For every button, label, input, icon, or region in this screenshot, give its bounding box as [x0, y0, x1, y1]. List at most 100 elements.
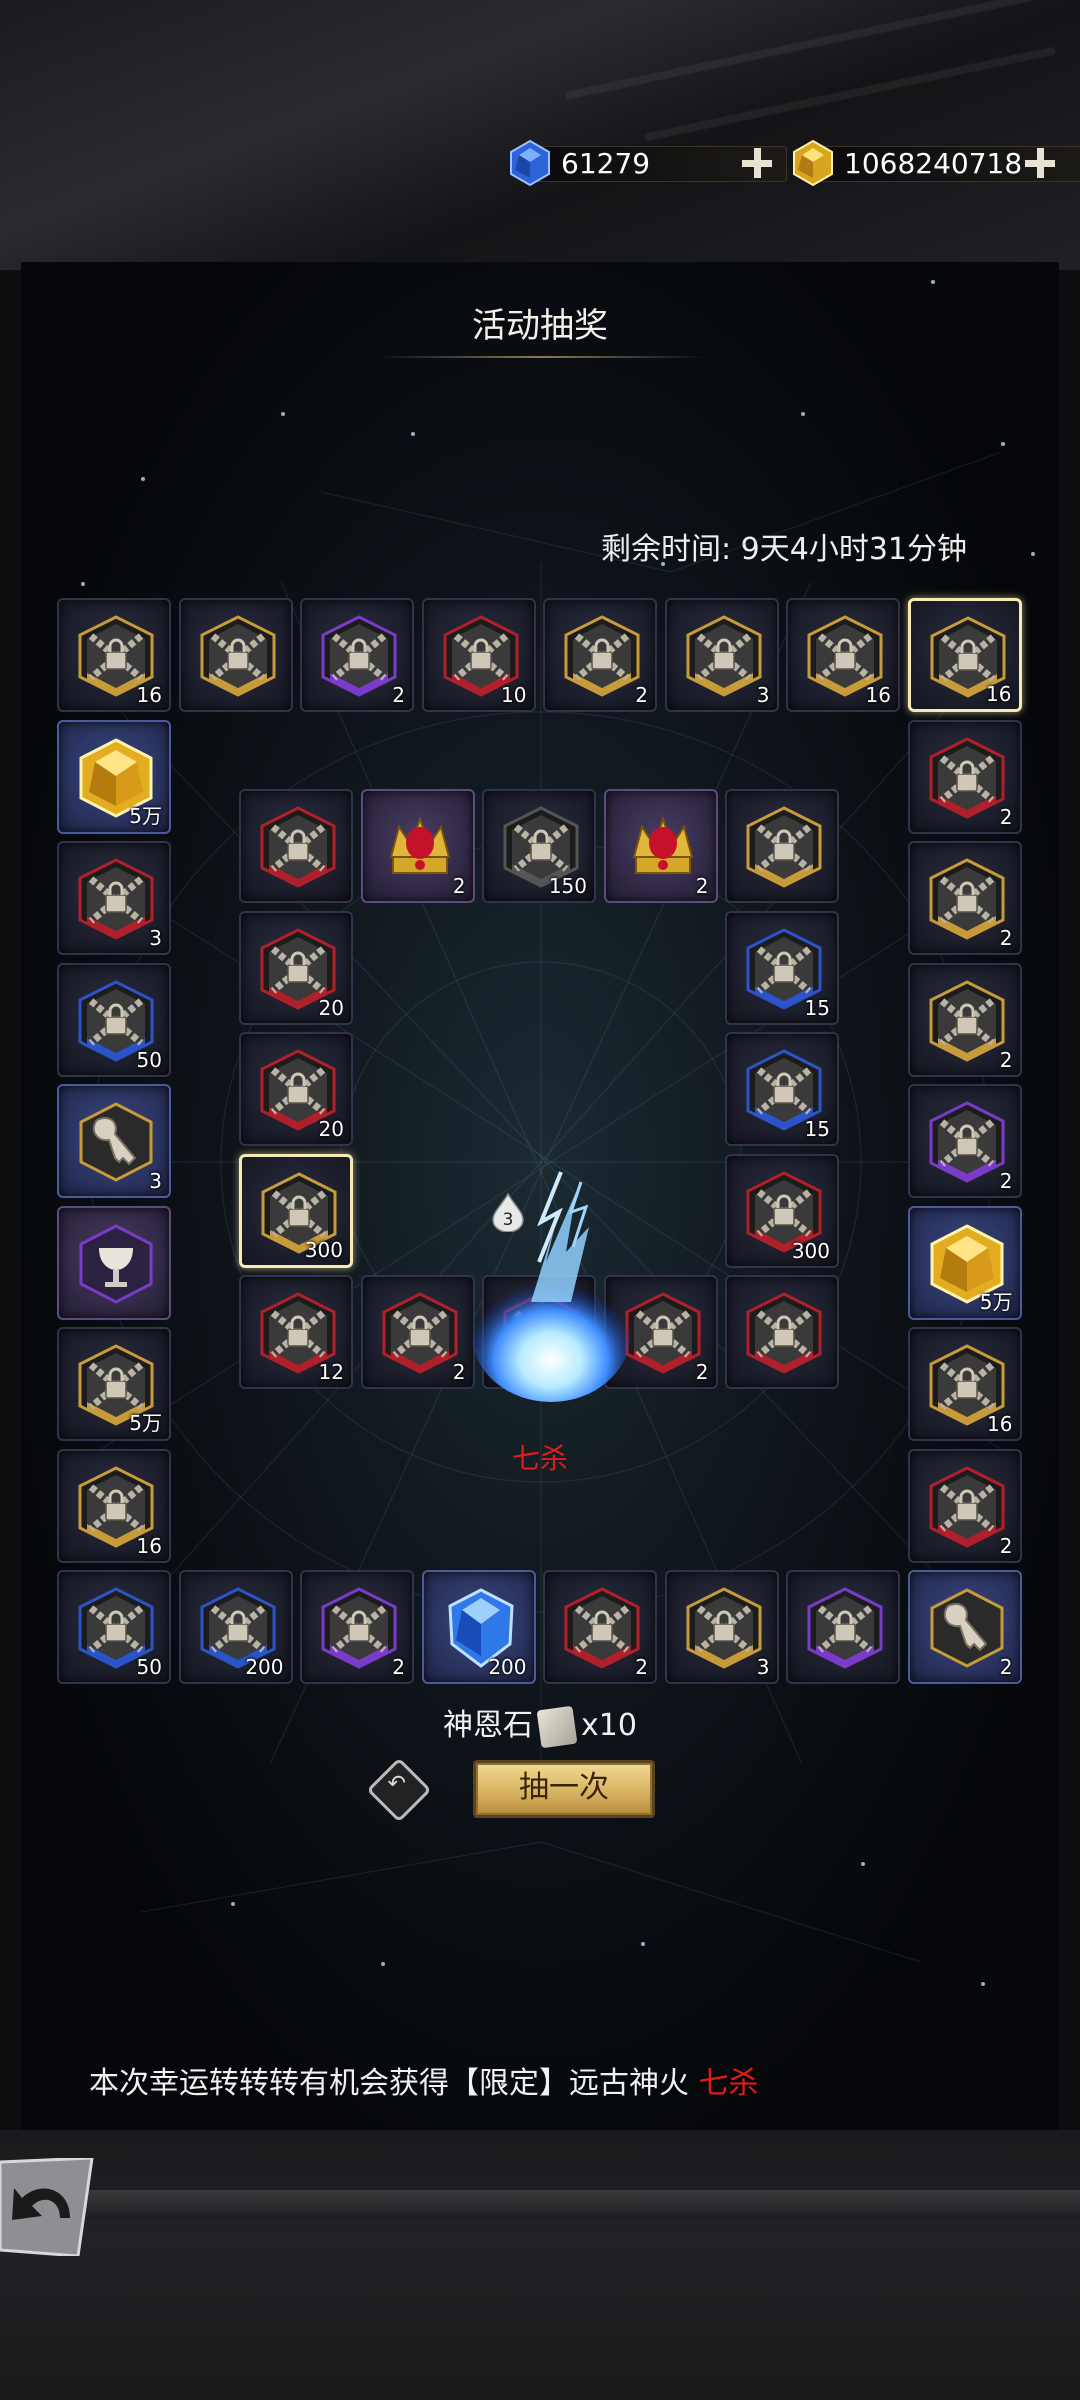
- page-title: 活动抽奖: [472, 306, 608, 346]
- outer-prize-tile[interactable]: 200: [178, 1570, 293, 1684]
- cost-amount: x10: [581, 1708, 637, 1743]
- prize-count: 5万: [129, 1411, 162, 1435]
- outer-prize-tile[interactable]: 2: [907, 1084, 1022, 1198]
- outer-prize-tile[interactable]: [178, 598, 293, 712]
- outer-prize-tile[interactable]: 50: [57, 1570, 171, 1684]
- inner-prize-tile[interactable]: 20: [239, 1032, 353, 1146]
- add-gold-button[interactable]: [1025, 148, 1055, 178]
- inner-prize-tile[interactable]: 300: [239, 1153, 353, 1268]
- prize-count: 2: [999, 926, 1013, 950]
- inner-prize-tile[interactable]: 20: [239, 910, 353, 1025]
- outer-prize-tile[interactable]: 3: [57, 841, 171, 955]
- locked-item-icon: [260, 806, 336, 888]
- prize-count: 3: [149, 926, 162, 950]
- inner-prize-tile[interactable]: [725, 789, 839, 903]
- locked-item-icon: [564, 1587, 640, 1669]
- outer-prize-tile[interactable]: 16: [786, 598, 900, 712]
- inner-prize-tile[interactable]: 2: [360, 1275, 475, 1389]
- gold-value: 1068240718: [844, 146, 1023, 180]
- locked-item-icon: [929, 736, 1004, 819]
- outer-prize-tile[interactable]: 16: [57, 598, 171, 712]
- outer-prize-tile[interactable]: 10: [421, 598, 536, 712]
- locked-item-icon: [686, 615, 761, 697]
- star: [381, 1962, 385, 1966]
- add-gems-button[interactable]: [742, 148, 772, 178]
- outer-prize-tile[interactable]: 2: [300, 598, 414, 712]
- prize-count: 20: [318, 1117, 344, 1141]
- locked-item-icon: [382, 1292, 457, 1374]
- outer-prize-tile[interactable]: 3: [664, 1570, 779, 1684]
- outer-prize-tile[interactable]: 5万: [57, 1327, 171, 1441]
- inner-prize-tile[interactable]: 2: [360, 789, 475, 903]
- prize-count: 15: [804, 1117, 830, 1141]
- outer-prize-tile[interactable]: 50: [57, 962, 171, 1077]
- prize-count: 300: [304, 1237, 343, 1262]
- locked-item-icon: [807, 1587, 883, 1669]
- outer-prize-tile[interactable]: 5万: [907, 1205, 1022, 1320]
- outer-prize-tile[interactable]: 2: [907, 719, 1022, 834]
- locked-item-icon: [746, 806, 822, 888]
- outer-prize-tile[interactable]: 2: [543, 598, 657, 712]
- draw-once-button[interactable]: 抽一次: [473, 1760, 655, 1818]
- lottery-panel: 活动抽奖 剩余时间: 9天4小时31分钟 16 2 10 2 3 16 16 2…: [21, 262, 1059, 2136]
- outer-prize-tile[interactable]: 3: [57, 1084, 171, 1198]
- outer-prize-tile[interactable]: 2: [907, 962, 1022, 1077]
- back-button[interactable]: [0, 2158, 96, 2256]
- outer-prize-tile[interactable]: 2: [543, 1570, 657, 1684]
- outer-prize-tile[interactable]: 3: [664, 598, 779, 712]
- prize-count: 200: [245, 1655, 284, 1679]
- gems-value: 61279: [561, 146, 651, 180]
- gold-gem-icon: [793, 139, 833, 187]
- inner-prize-tile[interactable]: 15: [725, 1032, 839, 1146]
- cost-label: 神恩石: [443, 1708, 534, 1743]
- notice-text: 本次幸运转转转有机会获得【限定】远古神火: [89, 2066, 689, 2101]
- undo-icon: ↶: [387, 1771, 406, 1797]
- inner-prize-tile[interactable]: 15: [725, 910, 839, 1025]
- prize-count: 2: [999, 1047, 1013, 1072]
- outer-prize-tile[interactable]: 16: [907, 1327, 1022, 1441]
- outer-prize-tile[interactable]: 5万: [57, 719, 171, 834]
- outer-prize-tile[interactable]: 2: [300, 1570, 414, 1684]
- prize-count: 16: [987, 1412, 1013, 1436]
- inner-prize-tile[interactable]: 12: [239, 1275, 353, 1389]
- prize-count: 15: [804, 995, 830, 1020]
- crown-icon: [632, 815, 693, 874]
- star: [81, 582, 85, 586]
- star: [411, 432, 415, 436]
- inner-prize-tile[interactable]: [239, 789, 353, 903]
- inner-prize-tile[interactable]: [725, 1275, 839, 1389]
- prize-count: 2: [635, 683, 648, 707]
- outer-prize-tile[interactable]: 2: [907, 1570, 1022, 1684]
- locked-item-icon: [686, 1587, 761, 1669]
- crown-icon: [389, 815, 450, 874]
- bg-streak: [643, 46, 1057, 142]
- bottom-background: [0, 2130, 1080, 2400]
- outer-prize-tile[interactable]: [57, 1205, 171, 1320]
- star: [801, 412, 805, 416]
- locked-item-icon: [929, 979, 1004, 1062]
- inner-prize-tile[interactable]: 150: [482, 789, 596, 903]
- bottom-edge: [0, 2190, 1080, 2220]
- scroll-icon: [536, 1705, 578, 1748]
- locked-item-icon: [321, 1587, 397, 1669]
- inner-prize-tile[interactable]: 300: [725, 1153, 839, 1268]
- locked-item-icon: [929, 1101, 1004, 1183]
- outer-prize-tile[interactable]: 200: [421, 1570, 536, 1684]
- prize-count: 3: [756, 683, 770, 707]
- outer-prize-tile[interactable]: 2: [907, 841, 1022, 955]
- locked-item-icon: [321, 615, 397, 697]
- prize-count: 16: [136, 1533, 162, 1558]
- outer-prize-tile[interactable]: 16: [907, 598, 1022, 712]
- prize-count: 12: [318, 1360, 344, 1384]
- outer-prize-tile[interactable]: [786, 1570, 900, 1684]
- star: [141, 477, 145, 481]
- star: [281, 412, 285, 416]
- locked-item-icon: [929, 858, 1004, 940]
- inner-prize-tile[interactable]: 2: [603, 789, 718, 903]
- chalice-icon: [79, 1223, 153, 1304]
- blue-gem-icon: [510, 139, 550, 187]
- prize-count: 3: [756, 1655, 770, 1679]
- prize-count: 2: [999, 1169, 1013, 1193]
- gold-currency: 1068240718: [788, 138, 1080, 188]
- locked-item-icon: [200, 615, 275, 697]
